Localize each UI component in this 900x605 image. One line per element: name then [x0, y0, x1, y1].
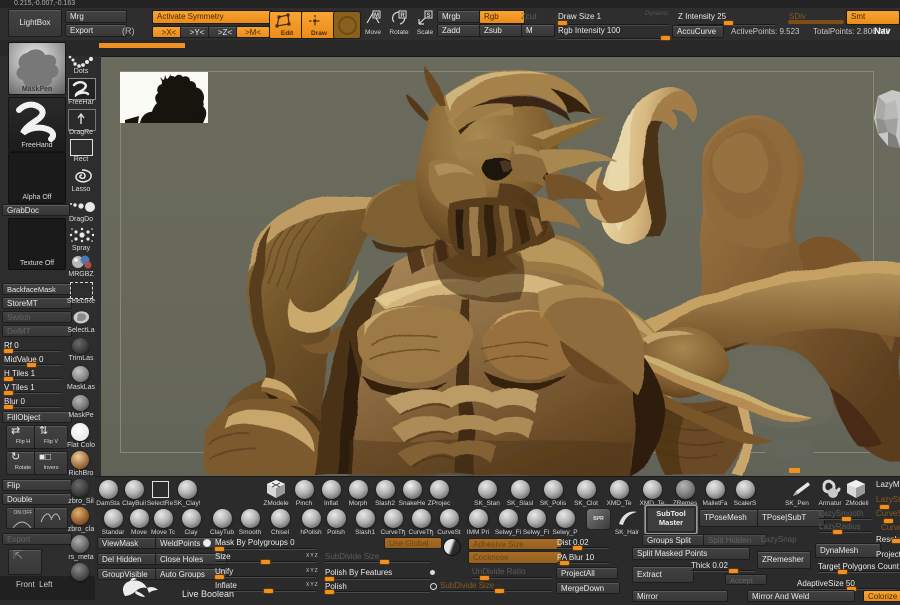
svg-text:R: R — [400, 13, 405, 19]
svg-text:M: M — [374, 13, 379, 19]
svg-text:S: S — [426, 13, 430, 19]
